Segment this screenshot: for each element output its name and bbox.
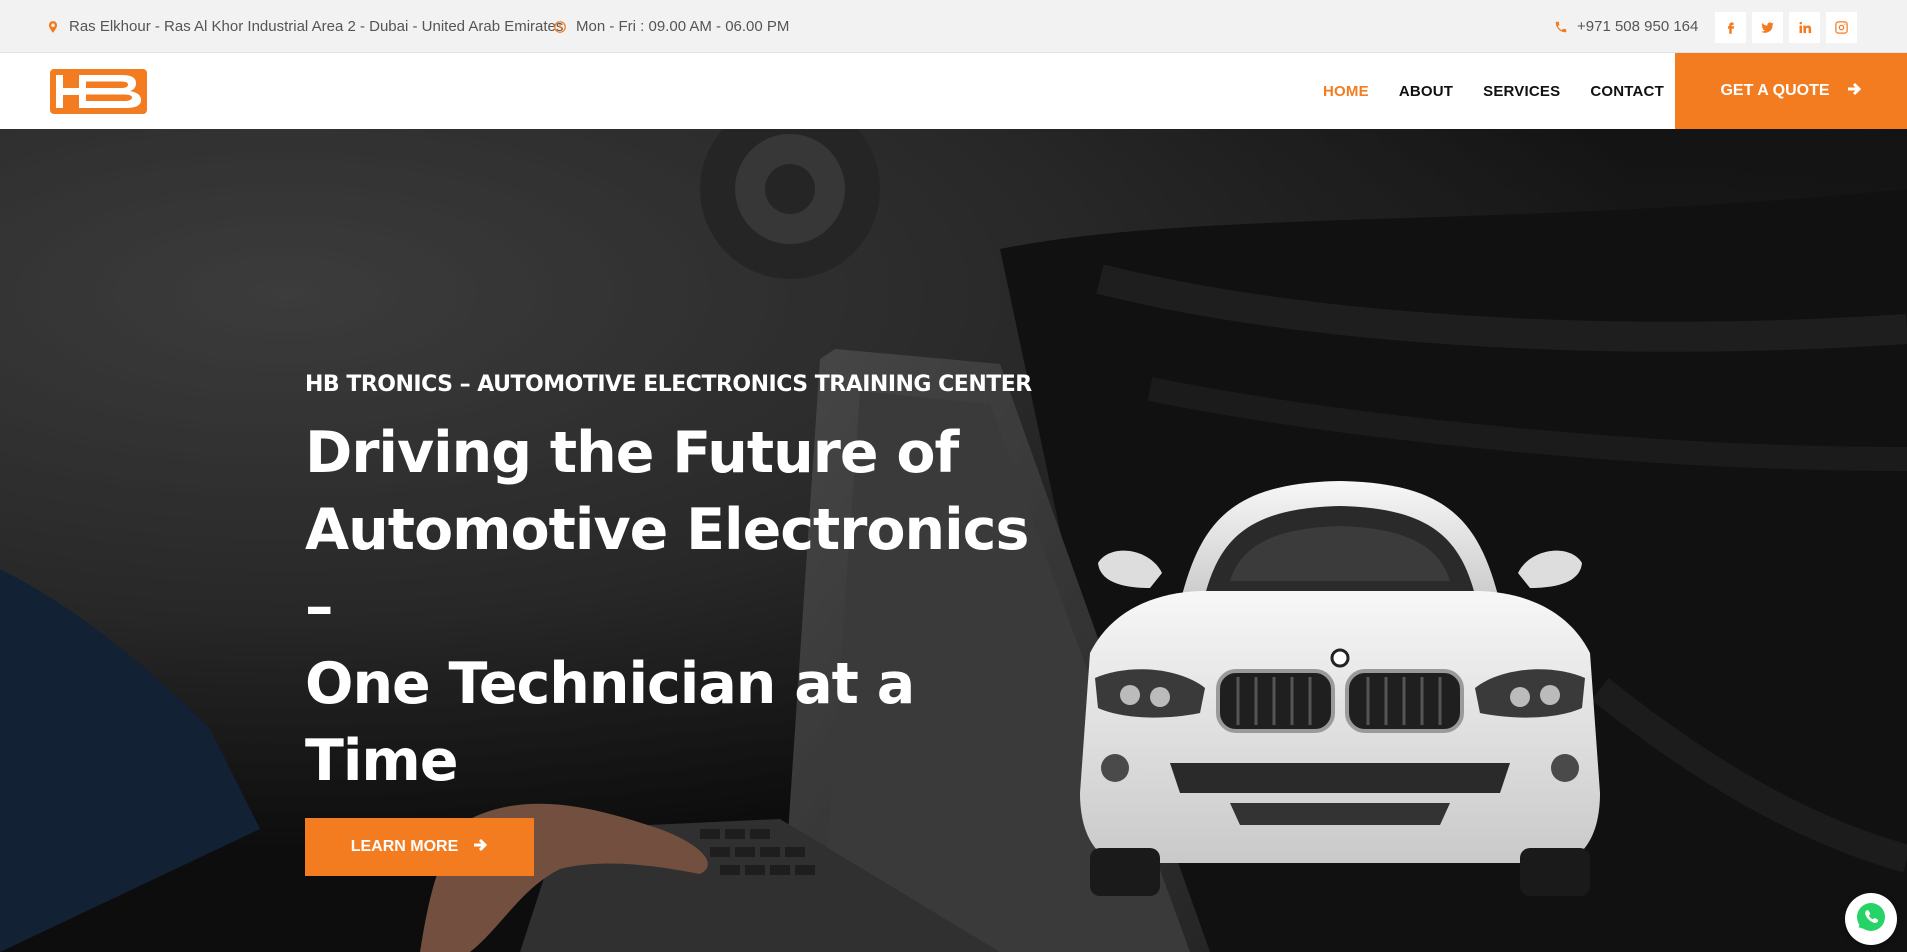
hours-text: Mon - Fri : 09.00 AM - 06.00 PM — [576, 18, 790, 35]
nav-contact[interactable]: CONTACT — [1590, 83, 1664, 100]
nav-home[interactable]: HOME — [1323, 83, 1369, 100]
address-item: Ras Elkhour - Ras Al Khor Industrial Are… — [45, 0, 563, 53]
phone-item[interactable]: +971 508 950 164 — [1553, 0, 1698, 53]
get-a-quote-label: GET A QUOTE — [1720, 82, 1830, 99]
facebook-icon[interactable] — [1715, 12, 1746, 43]
car-image — [1080, 481, 1600, 896]
address-text: Ras Elkhour - Ras Al Khor Industrial Are… — [69, 18, 564, 35]
linkedin-icon[interactable] — [1789, 12, 1820, 43]
hero-eyebrow: HB TRONICS – AUTOMOTIVE ELECTRONICS TRAI… — [305, 372, 1032, 397]
learn-more-label: LEARN MORE — [350, 838, 459, 855]
hero-headline-line-1: Driving the Future of — [305, 420, 959, 486]
twitter-icon[interactable] — [1752, 12, 1783, 43]
hero-section: HB TRONICS – AUTOMOTIVE ELECTRONICS TRAI… — [0, 129, 1907, 952]
logo[interactable] — [50, 69, 147, 114]
phone-text[interactable]: +971 508 950 164 — [1577, 18, 1698, 35]
hero-headline-line-3: One Technician at a Time — [305, 651, 915, 794]
clock-icon — [552, 19, 568, 35]
hero-headline-line-2: Automotive Electronics – — [305, 497, 1029, 640]
learn-more-button[interactable]: LEARN MORE — [305, 818, 534, 876]
social-links — [1715, 12, 1857, 43]
phone-icon — [1553, 19, 1569, 35]
whatsapp-chat-button[interactable] — [1845, 893, 1897, 945]
topbar: Ras Elkhour - Ras Al Khor Industrial Are… — [0, 0, 1907, 53]
arrow-right-icon — [1846, 81, 1862, 102]
main-navbar: HOME ABOUT SERVICES CONTACT GET A QUOTE — [0, 53, 1907, 129]
hero-text-block: HB TRONICS – AUTOMOTIVE ELECTRONICS TRAI… — [305, 372, 1065, 800]
hero-headline: Driving the Future of Automotive Electro… — [305, 415, 1065, 800]
main-menu: HOME ABOUT SERVICES CONTACT — [1323, 53, 1694, 129]
get-a-quote-button[interactable]: GET A QUOTE — [1675, 53, 1907, 129]
instagram-icon[interactable] — [1826, 12, 1857, 43]
nav-services[interactable]: SERVICES — [1483, 83, 1560, 100]
arrow-right-icon — [472, 837, 488, 858]
whatsapp-icon — [1855, 901, 1887, 938]
map-pin-icon — [45, 19, 61, 35]
nav-about[interactable]: ABOUT — [1399, 83, 1453, 100]
hours-item: Mon - Fri : 09.00 AM - 06.00 PM — [552, 0, 789, 53]
